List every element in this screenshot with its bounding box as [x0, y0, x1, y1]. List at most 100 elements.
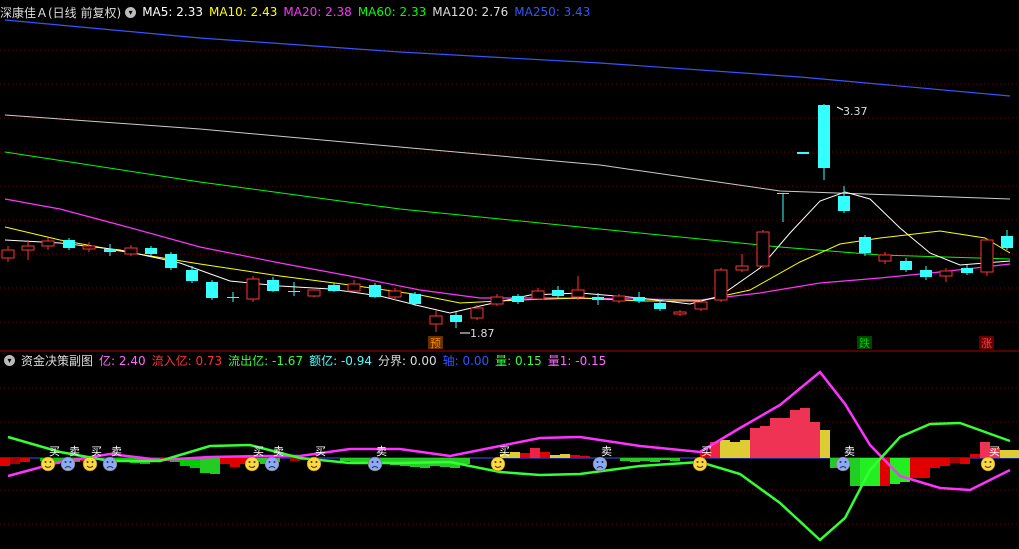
- candle: [900, 258, 912, 272]
- ma250-line: [4, 19, 1011, 97]
- main-chart-title: 深康佳Ａ(日线 前复权): [0, 5, 122, 20]
- sub-item-amount: 额亿: -0.94: [309, 353, 373, 368]
- candle: [227, 292, 239, 302]
- candle: [654, 300, 666, 311]
- fund-bar: [20, 458, 30, 462]
- ma120-value: MA120: 2.76: [432, 5, 509, 19]
- fund-bar: [950, 458, 960, 463]
- candle: [694, 300, 708, 311]
- ma20-value: MA20: 2.38: [283, 5, 352, 19]
- fund-bar: [190, 458, 200, 468]
- candle: [818, 104, 830, 180]
- sub-item-boundary: 分界: 0.00: [378, 353, 437, 368]
- fund-bar: [970, 454, 980, 458]
- chevron-down-icon[interactable]: ▾: [4, 354, 15, 366]
- ma60-value: MA60: 2.33: [357, 5, 427, 19]
- sad-face-icon: [592, 456, 608, 472]
- candle: [21, 240, 35, 260]
- candle: [920, 266, 932, 280]
- fund-bar: [550, 455, 560, 458]
- buy-label: 买: [701, 445, 712, 458]
- candle: [409, 292, 421, 306]
- candle: [145, 246, 157, 256]
- fund-bar: [620, 458, 630, 461]
- candle: [961, 265, 973, 275]
- fund-bar: [650, 458, 660, 462]
- candle: [673, 310, 687, 316]
- sub-header: ▾ 资金决策副图 亿: 2.40 流入亿: 0.73 流出亿: -1.67 额亿…: [0, 351, 612, 369]
- sad-face-icon: [264, 456, 280, 472]
- fund-bar: [750, 428, 760, 458]
- fund-bar: [220, 458, 230, 464]
- candle: [777, 193, 789, 222]
- fund-bar: [720, 440, 730, 458]
- fund-bar: [560, 454, 570, 458]
- fund-bar: [630, 458, 640, 462]
- sub-item-volume: 量: 0.15: [495, 353, 542, 368]
- candle: [571, 276, 585, 300]
- candle: [328, 283, 340, 292]
- sad-face-icon: [102, 456, 118, 472]
- smile-icon: [692, 456, 708, 472]
- sad-face-icon: [60, 456, 76, 472]
- sub-item-inflow: 流入亿: 0.73: [151, 353, 223, 368]
- fund-bar: [780, 418, 790, 458]
- sad-face-icon: [367, 456, 383, 472]
- fund-bar: [660, 458, 670, 460]
- fund-bar: [810, 422, 820, 458]
- ma250-value: MA250: 3.43: [514, 5, 591, 19]
- fund-bar: [200, 458, 210, 473]
- sell-label: 卖: [273, 445, 284, 458]
- candle: [246, 276, 260, 302]
- fund-bar: [540, 452, 550, 458]
- fund-bar: [800, 408, 810, 458]
- fund-bar: [640, 458, 650, 461]
- chart-canvas: 3.37 1.87 预 跌 涨 买卖买卖买卖买卖买卖买卖买: [0, 19, 1019, 542]
- fund-bar: [730, 442, 740, 458]
- candle: [1, 246, 15, 262]
- fund-bar: [960, 458, 970, 464]
- candle: [307, 288, 321, 297]
- fund-bar: [930, 458, 940, 468]
- signal-fall: 跌: [859, 336, 870, 350]
- sub-item-axis: 轴: 0.00: [442, 353, 490, 368]
- candle: [104, 244, 116, 256]
- ma-lines: [4, 19, 1011, 314]
- fund-bar: [570, 455, 580, 458]
- signal-pre: 预: [430, 337, 441, 350]
- main-header: 深康佳Ａ(日线 前复权) ▾ MA5: 2.33 MA10: 2.43 MA20…: [0, 3, 596, 21]
- candle: [165, 252, 177, 270]
- ma5-value: MA5: 2.33: [142, 5, 203, 19]
- candle: [267, 277, 279, 292]
- candle: [756, 230, 770, 268]
- candle: [531, 288, 545, 300]
- sub-item-volume1: 量1: -0.15: [547, 353, 607, 368]
- candle: [980, 238, 994, 276]
- smile-icon: [490, 456, 506, 472]
- smile-icon: [306, 456, 322, 472]
- signal-rise: 涨: [981, 337, 992, 350]
- candle: [429, 310, 443, 332]
- candle: [735, 254, 749, 272]
- fund-bar: [940, 458, 950, 466]
- chevron-down-icon[interactable]: ▾: [125, 6, 137, 18]
- fund-bar: [510, 452, 520, 458]
- smile-icon: [244, 456, 260, 472]
- buy-label: 买: [989, 445, 1000, 458]
- fund-bar: [10, 458, 20, 464]
- candle: [612, 294, 626, 303]
- candle: [797, 152, 809, 154]
- fund-bar: [0, 458, 10, 466]
- fund-bar: [340, 458, 350, 461]
- ma120-line: [4, 114, 1011, 200]
- fund-bar: [790, 410, 800, 458]
- fund-bar: [820, 430, 830, 458]
- fund-bar: [210, 458, 220, 474]
- buy-label: 买: [253, 445, 264, 458]
- sub-item-outflow: 流出亿: -1.67: [228, 353, 304, 368]
- buy-label: 买: [499, 445, 510, 458]
- fund-bar: [580, 456, 590, 458]
- ma10-value: MA10: 2.43: [208, 5, 278, 19]
- smile-icon: [980, 456, 996, 472]
- candle: [288, 282, 300, 296]
